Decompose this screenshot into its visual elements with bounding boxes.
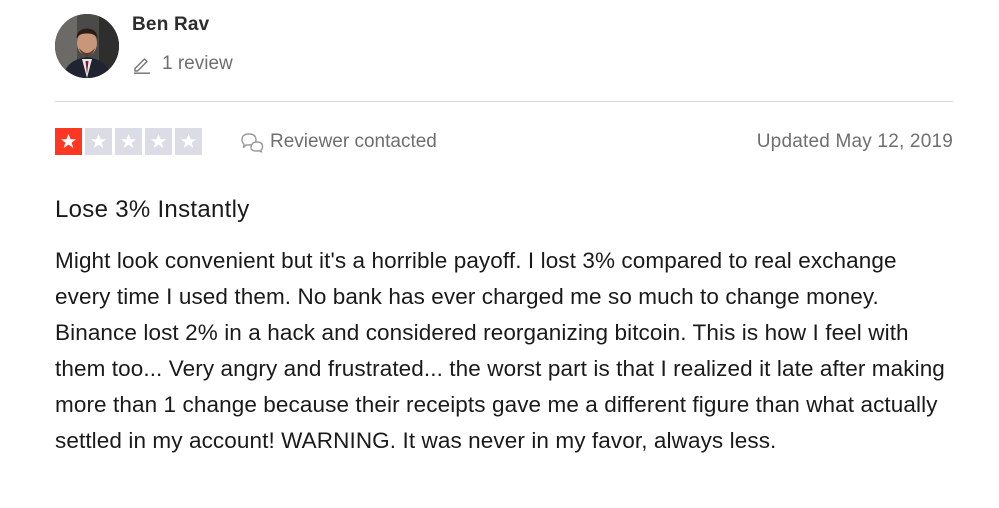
divider	[55, 101, 953, 102]
reviewer-contacted-badge: Reviewer contacted	[240, 129, 437, 155]
star-icon	[55, 128, 82, 155]
chat-bubbles-icon	[240, 131, 264, 153]
review-body: Might look convenient but it's a horribl…	[55, 248, 945, 453]
updated-date: Updated May 12, 2019	[756, 131, 953, 152]
star-icon	[115, 128, 142, 155]
reviewer-name[interactable]: Ben Rav	[132, 14, 209, 36]
review-count: 1 review	[132, 52, 233, 76]
star-icon	[145, 128, 172, 155]
star-rating	[55, 128, 202, 155]
star-icon	[175, 128, 202, 155]
review-count-label: 1 review	[162, 53, 233, 74]
person-avatar-icon	[55, 14, 119, 78]
review-title[interactable]: Lose 3% Instantly	[55, 196, 250, 224]
contacted-label: Reviewer contacted	[270, 131, 437, 152]
pencil-icon	[132, 54, 152, 74]
avatar[interactable]	[55, 14, 119, 78]
star-icon	[85, 128, 112, 155]
